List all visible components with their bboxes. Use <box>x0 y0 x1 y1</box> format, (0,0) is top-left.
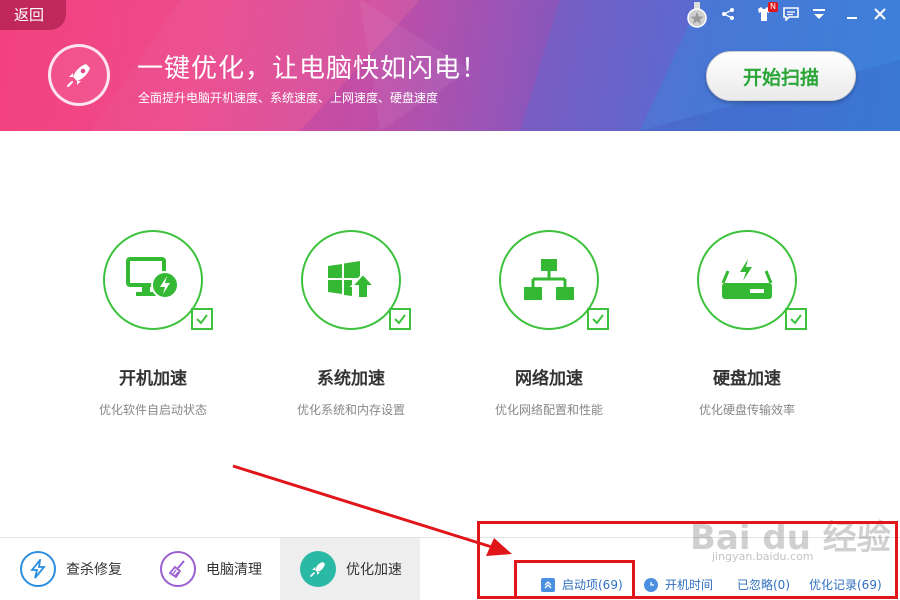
rocket-badge <box>48 44 110 106</box>
back-button[interactable]: 返回 <box>0 0 66 30</box>
tab-label: 优化加速 <box>346 562 402 578</box>
feature-title: 系统加速 <box>317 369 385 389</box>
minimize-icon[interactable] <box>842 4 862 24</box>
medal-icon[interactable] <box>686 2 708 28</box>
close-icon[interactable] <box>870 4 890 24</box>
feature-description: 优化网络配置和性能 <box>494 403 603 417</box>
checkbox-checked[interactable] <box>587 308 609 330</box>
feature-title: 网络加速 <box>515 369 583 389</box>
feature-description: 优化软件自启动状态 <box>98 403 207 417</box>
double-chevron-up-icon <box>541 577 555 592</box>
feature-icon-circle <box>301 230 411 330</box>
optimizer-window: 返回 一键优化，让电脑快如闪电！ 全面提升电脑开机速度、系统速度、上网速度、硬盘… <box>0 0 900 600</box>
startup-items-link[interactable]: 启动项(69) <box>541 576 623 593</box>
checkbox-checked[interactable] <box>191 308 213 330</box>
tab-label: 电脑清理 <box>206 562 262 578</box>
rocket-icon <box>300 551 336 587</box>
feature-icon-circle <box>103 230 213 330</box>
monitor-bolt-icon <box>126 257 179 299</box>
feature-icon-circle <box>499 230 609 330</box>
checkbox-checked[interactable] <box>785 308 807 330</box>
feature-description: 优化硬盘传输效率 <box>698 403 795 417</box>
bottom-divider <box>0 537 900 538</box>
boot-time-link[interactable]: 开机时间 <box>644 576 713 593</box>
baidu-watermark: Bai du 经验 <box>690 518 891 558</box>
menu-dropdown-icon[interactable] <box>809 4 829 24</box>
rocket-icon <box>67 64 90 87</box>
windows-upgrade-icon <box>328 261 376 299</box>
optimization-history-link[interactable]: 优化记录(69) <box>809 576 882 593</box>
feature-description: 优化系统和内存设置 <box>296 403 405 417</box>
feature-title: 开机加速 <box>119 369 187 389</box>
header-banner: 返回 一键优化，让电脑快如闪电！ 全面提升电脑开机速度、系统速度、上网速度、硬盘… <box>0 0 900 131</box>
feature-icon-circle <box>697 230 807 330</box>
message-icon[interactable] <box>781 4 801 24</box>
feature-system-speedup[interactable]: 系统加速 优化系统和内存设置 <box>251 230 451 418</box>
broom-icon <box>160 551 196 587</box>
feature-network-speedup[interactable]: 网络加速 优化网络配置和性能 <box>449 230 649 418</box>
tab-scan-repair[interactable]: 查杀修复 <box>20 538 122 600</box>
feature-disk-speedup[interactable]: 硬盘加速 优化硬盘传输效率 <box>647 230 847 418</box>
hard-disk-bolt-icon <box>721 259 773 299</box>
clock-icon <box>644 577 658 592</box>
feature-boot-speedup[interactable]: 开机加速 优化软件自启动状态 <box>53 230 253 418</box>
checkbox-checked[interactable] <box>389 308 411 330</box>
startup-items-label: 启动项(69) <box>562 578 623 592</box>
page-subtitle: 全面提升电脑开机速度、系统速度、上网速度、硬盘速度 <box>138 91 439 105</box>
tab-computer-cleanup[interactable]: 电脑清理 <box>160 538 262 600</box>
feature-title: 硬盘加速 <box>713 369 781 389</box>
new-badge: N <box>768 2 778 12</box>
network-topology-icon <box>524 259 574 300</box>
boot-time-label: 开机时间 <box>665 578 714 592</box>
page-title: 一键优化，让电脑快如闪电！ <box>137 54 489 84</box>
ignored-link[interactable]: 已忽略(0) <box>737 576 790 593</box>
tab-optimize-speedup[interactable]: 优化加速 <box>280 538 420 600</box>
skin-shirt-icon[interactable]: N <box>754 2 778 24</box>
baidu-watermark-url: jingyan.baidu.com <box>712 550 814 563</box>
tab-label: 查杀修复 <box>66 562 122 578</box>
start-scan-button[interactable]: 开始扫描 <box>706 51 856 101</box>
bolt-icon <box>20 551 56 587</box>
share-icon[interactable] <box>718 4 738 24</box>
